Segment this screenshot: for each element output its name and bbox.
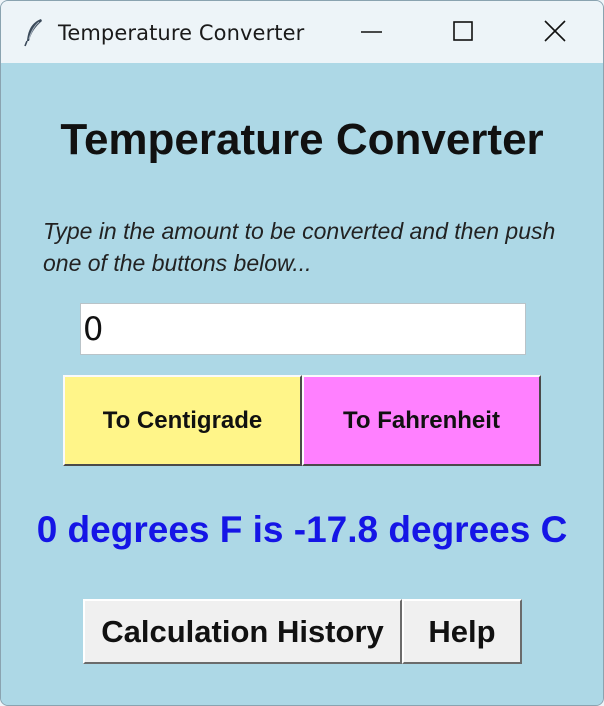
title-bar[interactable]: Temperature Converter <box>1 1 603 63</box>
minimize-icon <box>361 31 382 33</box>
page-title: Temperature Converter <box>60 115 544 164</box>
help-button[interactable]: Help <box>402 599 522 664</box>
client-area: Temperature Converter Type in the amount… <box>1 63 603 705</box>
calculation-history-button[interactable]: Calculation History <box>83 599 402 664</box>
instructions-text: Type in the amount to be converted and t… <box>43 218 556 276</box>
to-centigrade-button[interactable]: To Centigrade <box>63 375 302 466</box>
minimize-button[interactable] <box>349 13 393 51</box>
app-window: Temperature Converter Temperature Conver… <box>0 0 604 706</box>
maximize-button[interactable] <box>441 13 485 51</box>
feather-icon <box>23 17 45 47</box>
amount-input[interactable] <box>80 303 526 355</box>
result-text: 0 degrees F is -17.8 degrees C <box>36 509 568 550</box>
window-title: Temperature Converter <box>58 21 305 45</box>
close-icon <box>544 20 566 42</box>
close-button[interactable] <box>533 13 577 51</box>
to-fahrenheit-button[interactable]: To Fahrenheit <box>302 375 541 466</box>
maximize-icon <box>453 21 473 41</box>
